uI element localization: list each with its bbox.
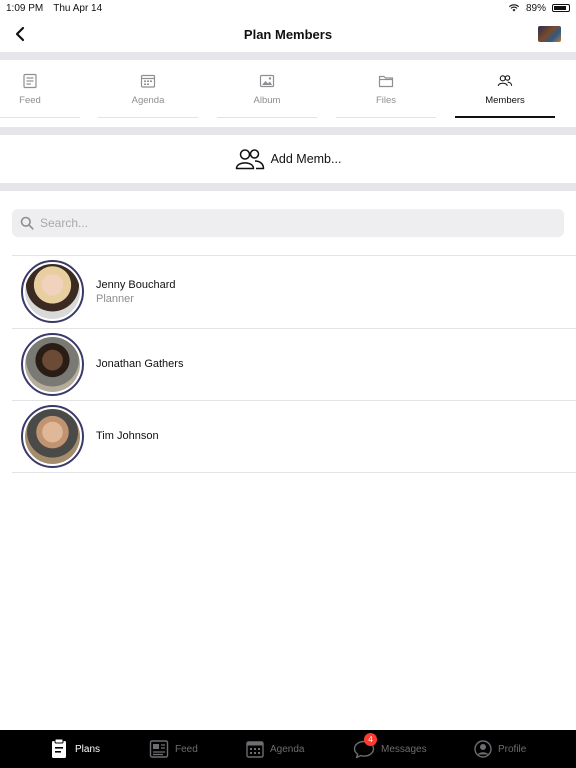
calendar-icon <box>140 74 156 88</box>
tab-label: Agenda <box>131 95 165 106</box>
add-member-button[interactable]: Add Memb... <box>0 135 576 183</box>
status-time: 1:09 PM <box>6 2 44 14</box>
bottom-tab-bar: Plans Feed Agenda 4 Messages Profile <box>0 730 576 768</box>
add-member-label: Add Memb... <box>270 152 342 166</box>
member-name: Tim Johnson <box>96 430 159 443</box>
tab-label: Album <box>253 95 281 106</box>
bottom-tab-messages[interactable]: 4 Messages <box>353 730 427 768</box>
status-date: Thu Apr 14 <box>53 2 103 14</box>
photo-icon <box>259 74 275 88</box>
divider <box>0 183 576 191</box>
tab-members[interactable]: Members <box>455 60 555 118</box>
people-icon <box>497 75 513 87</box>
page-title: Plan Members <box>243 26 333 42</box>
back-button[interactable] <box>8 22 32 46</box>
bottom-tab-plans[interactable]: Plans <box>49 730 100 768</box>
member-name: Jenny Bouchard <box>96 278 176 291</box>
members-list: Jenny Bouchard Planner Jonathan Gathers … <box>12 255 576 473</box>
list-item[interactable]: Tim Johnson <box>12 400 576 473</box>
wifi-icon <box>508 4 520 12</box>
tab-files[interactable]: Files <box>336 60 436 118</box>
member-role: Planner <box>96 292 134 305</box>
tab-album[interactable]: Album <box>217 60 317 118</box>
bottom-tab-label: Messages <box>381 743 427 755</box>
tab-label: Files <box>375 95 397 106</box>
people-icon <box>235 149 264 170</box>
avatar <box>21 260 84 324</box>
tab-label: Feed <box>19 95 41 106</box>
status-bar: 1:09 PM Thu Apr 14 89% <box>0 0 576 16</box>
list-item[interactable]: Jonathan Gathers <box>12 327 576 401</box>
folder-icon <box>378 75 394 88</box>
avatar <box>21 332 84 396</box>
battery-percent: 89% <box>525 2 546 14</box>
tab-agenda[interactable]: Agenda <box>98 60 198 118</box>
divider <box>0 127 576 135</box>
plan-thumbnail[interactable] <box>538 26 561 42</box>
bottom-tab-label: Plans <box>75 743 101 755</box>
bottom-tab-profile[interactable]: Profile <box>474 730 526 768</box>
search-input[interactable] <box>40 216 540 230</box>
tab-underline <box>455 116 555 118</box>
avatar-photo <box>25 264 80 320</box>
newspaper-icon <box>23 73 37 89</box>
bottom-tab-label: Profile <box>498 743 527 755</box>
plans-icon <box>52 738 66 758</box>
member-name: Jonathan Gathers <box>96 358 184 371</box>
bottom-tab-feed[interactable]: Feed <box>149 730 198 768</box>
bottom-tab-label: Agenda <box>270 743 305 755</box>
tab-underline <box>98 117 198 118</box>
tab-feed[interactable]: Feed <box>0 60 80 118</box>
divider <box>0 52 576 60</box>
unread-badge: 4 <box>364 733 377 746</box>
newspaper-icon <box>149 740 169 758</box>
avatar <box>21 404 84 468</box>
bottom-tab-label: Feed <box>175 743 198 755</box>
search-icon <box>20 216 34 230</box>
tab-underline <box>0 117 80 118</box>
battery-icon <box>552 4 570 12</box>
avatar-photo <box>25 408 80 464</box>
chevron-left-icon <box>15 26 25 42</box>
tab-label: Members <box>485 95 525 106</box>
plan-tabs: Feed Agenda Album Files Members <box>0 60 576 128</box>
avatar-photo <box>25 336 80 392</box>
bottom-tab-agenda[interactable]: Agenda <box>246 730 304 768</box>
tab-underline <box>336 117 436 118</box>
search-bar[interactable] <box>12 209 564 237</box>
navigation-bar: Plan Members <box>0 16 576 52</box>
profile-icon <box>474 740 492 758</box>
list-item[interactable]: Jenny Bouchard Planner <box>12 255 576 328</box>
tab-underline <box>217 117 317 118</box>
calendar-icon <box>246 741 264 758</box>
